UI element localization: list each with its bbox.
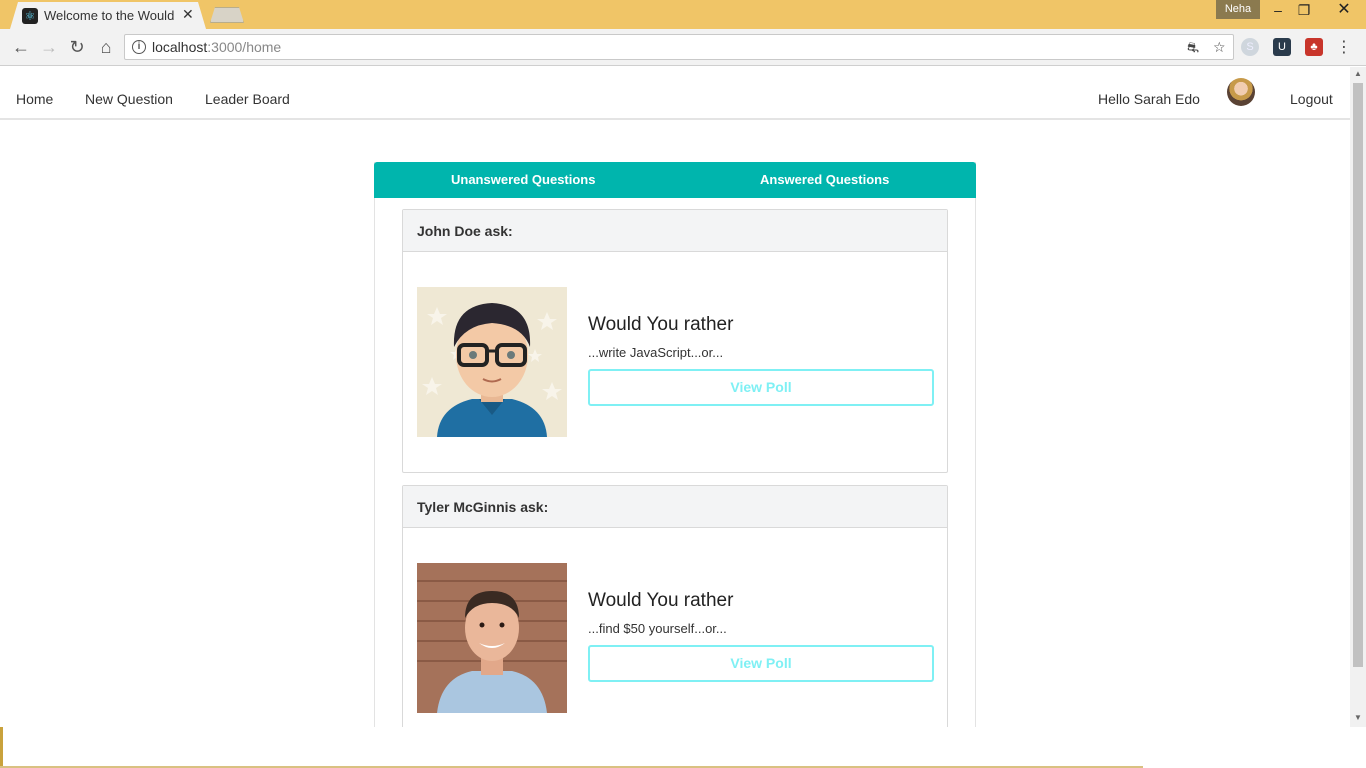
bookmark-star-icon[interactable]: ☆ bbox=[1213, 39, 1226, 56]
taskbar-edge bbox=[0, 727, 3, 768]
scrollbar-thumb[interactable] bbox=[1353, 83, 1363, 667]
question-tabs: Unanswered Questions Answered Questions bbox=[374, 162, 976, 198]
browser-tab[interactable]: ⚛ Welcome to the Would Y ✕ bbox=[10, 2, 206, 29]
asker-label: John Doe ask: bbox=[417, 223, 513, 239]
question-title: Would You rather bbox=[588, 590, 734, 611]
scroll-down-icon[interactable]: ▼ bbox=[1354, 713, 1362, 722]
nav-home-link[interactable]: Home bbox=[16, 91, 53, 107]
forward-icon[interactable]: → bbox=[38, 36, 60, 58]
question-preview: ...write JavaScript...or... bbox=[588, 345, 724, 360]
logout-link[interactable]: Logout bbox=[1290, 91, 1333, 107]
question-card: Tyler McGinnis ask: Would You rather ... bbox=[402, 485, 948, 727]
scroll-up-icon[interactable]: ▲ bbox=[1354, 69, 1362, 78]
back-icon[interactable]: ← bbox=[10, 36, 32, 58]
question-preview: ...find $50 yourself...or... bbox=[588, 621, 727, 636]
url-host: localhost bbox=[152, 39, 208, 55]
user-greeting: Hello Sarah Edo bbox=[1098, 91, 1200, 107]
u-extension-icon[interactable]: U bbox=[1273, 38, 1291, 56]
view-poll-button[interactable]: View Poll bbox=[588, 369, 934, 406]
translate-icon[interactable]: ⛐ bbox=[1187, 39, 1199, 58]
question-title: Would You rather bbox=[588, 314, 734, 335]
home-icon[interactable]: ⌂ bbox=[95, 36, 117, 58]
browser-toolbar: ← → ↻ ⌂ i localhost:3000/home ⛐ ☆ S U ♣ … bbox=[0, 29, 1366, 66]
url-path: :3000/home bbox=[207, 39, 282, 55]
question-card-header: John Doe ask: bbox=[403, 210, 947, 252]
page-scrollbar[interactable]: ▲ ▼ bbox=[1350, 67, 1366, 727]
view-poll-button[interactable]: View Poll bbox=[588, 645, 934, 682]
tab-close-icon[interactable]: ✕ bbox=[182, 6, 194, 23]
question-card: John Doe ask: Would You rather ...write … bbox=[402, 209, 948, 473]
maximize-icon[interactable]: ❐ bbox=[1290, 0, 1318, 20]
tab-title: Welcome to the Would Y bbox=[44, 8, 176, 23]
page-viewport: Home New Question Leader Board Hello Sar… bbox=[0, 67, 1350, 727]
site-info-icon[interactable]: i bbox=[132, 40, 146, 54]
author-avatar-image bbox=[417, 287, 567, 437]
react-favicon-icon: ⚛ bbox=[22, 8, 38, 24]
person-photo-icon bbox=[417, 563, 567, 713]
address-bar[interactable]: i localhost:3000/home ⛐ ☆ bbox=[124, 34, 1234, 60]
nav-new-question-link[interactable]: New Question bbox=[85, 91, 173, 107]
nav-leader-board-link[interactable]: Leader Board bbox=[205, 91, 290, 107]
app-navbar: Home New Question Leader Board Hello Sar… bbox=[0, 67, 1350, 120]
new-tab-button[interactable] bbox=[210, 7, 244, 23]
reload-icon[interactable]: ↻ bbox=[66, 36, 88, 58]
tab-answered-questions[interactable]: Answered Questions bbox=[760, 172, 889, 187]
profile-badge[interactable]: Neha bbox=[1216, 0, 1260, 19]
question-card-header: Tyler McGinnis ask: bbox=[403, 486, 947, 528]
browser-title-bar: ⚛ Welcome to the Would Y ✕ Neha – ❐ ✕ bbox=[0, 0, 1366, 29]
user-avatar bbox=[1227, 78, 1255, 106]
url-text[interactable]: localhost:3000/home bbox=[152, 39, 281, 55]
red-extension-icon[interactable]: ♣ bbox=[1305, 38, 1323, 56]
taskbar-strip bbox=[0, 727, 1366, 768]
skype-extension-icon[interactable]: S bbox=[1241, 38, 1259, 56]
minimize-icon[interactable]: – bbox=[1264, 0, 1292, 20]
browser-menu-icon[interactable]: ⋮ bbox=[1336, 37, 1352, 57]
tab-unanswered-questions[interactable]: Unanswered Questions bbox=[451, 172, 595, 187]
close-window-icon[interactable]: ✕ bbox=[1330, 0, 1358, 20]
asker-label: Tyler McGinnis ask: bbox=[417, 499, 549, 515]
author-photo-image bbox=[417, 563, 567, 713]
cartoon-avatar-icon bbox=[417, 287, 567, 437]
